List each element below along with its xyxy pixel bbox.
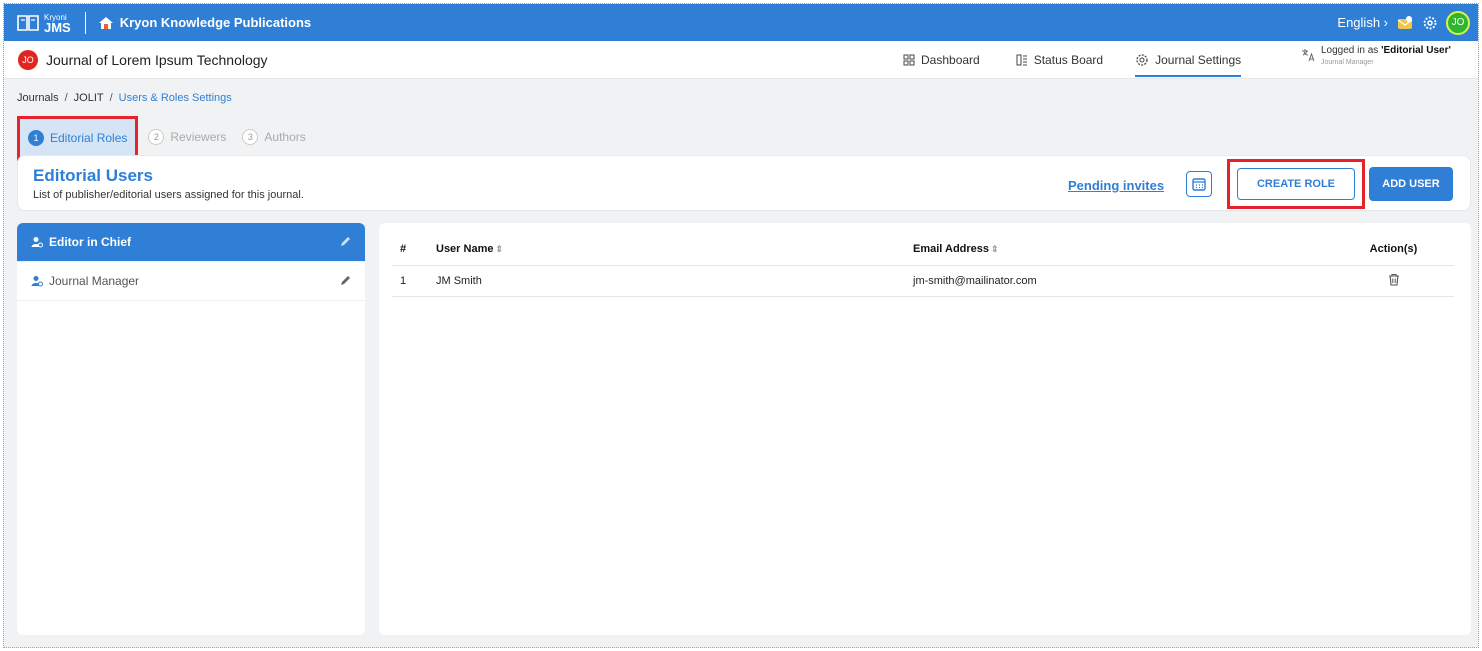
main-nav: Dashboard Status Board Journal Settings [899, 41, 1245, 79]
role-steps: 1 Editorial Roles 2 Reviewers 3 Authors [17, 115, 306, 161]
header-email[interactable]: Email Address ⇕ [913, 243, 1333, 255]
row-username: JM Smith [436, 275, 482, 287]
divider [84, 11, 86, 34]
editorial-users-card: Editorial Users List of publisher/editor… [17, 155, 1471, 211]
breadcrumb: Journals / JOLIT / Users & Roles Settings [17, 92, 232, 104]
table-header: # User Name ⇕ Email Address ⇕ Action(s) [392, 233, 1454, 266]
header-username[interactable]: User Name ⇕ [436, 243, 913, 255]
nav-status-board-label: Status Board [1033, 53, 1104, 67]
app-logo[interactable]: Kryoni JMS [16, 13, 71, 35]
role-label: Journal Manager [49, 274, 140, 288]
language-label: English [1337, 15, 1381, 30]
grid-icon [903, 54, 915, 66]
header-email-label: Email Address [913, 243, 990, 255]
breadcrumb-jolit[interactable]: JOLIT [74, 92, 104, 104]
roles-panel: Editor in Chief Journal Manager [17, 223, 365, 635]
user-avatar[interactable]: JO [1446, 10, 1470, 35]
mail-icon[interactable] [1396, 14, 1414, 32]
step-number: 2 [148, 129, 165, 145]
logged-user: 'Editorial User' [1381, 45, 1451, 56]
add-user-button[interactable]: ADD USER [1369, 167, 1453, 201]
step-editorial-roles[interactable]: 1 Editorial Roles [17, 115, 139, 161]
nav-status-board[interactable]: Status Board [1012, 41, 1107, 79]
journal-header: JO Journal of Lorem Ipsum Technology Das… [4, 41, 1478, 79]
gear-icon[interactable] [1422, 15, 1438, 31]
row-number: 1 [400, 275, 407, 287]
nav-journal-settings[interactable]: Journal Settings [1131, 41, 1245, 79]
step-authors[interactable]: 3 Authors [242, 129, 306, 145]
row-email: jm-smith@mailinator.com [913, 275, 1037, 287]
header-username-label: User Name [436, 243, 494, 255]
gear-icon [1136, 54, 1148, 66]
nav-journal-settings-label: Journal Settings [1155, 53, 1242, 67]
breadcrumb-current: Users & Roles Settings [118, 92, 232, 104]
role-journal-manager[interactable]: Journal Manager [17, 262, 365, 301]
translate-icon [1302, 49, 1315, 62]
header-actions: Action(s) [1369, 243, 1418, 255]
step-label: Reviewers [170, 130, 227, 144]
breadcrumb-journals[interactable]: Journals [17, 92, 59, 104]
step-number: 1 [28, 130, 44, 146]
language-selector[interactable]: English › [1337, 15, 1388, 30]
logo-big-text: JMS [44, 19, 71, 35]
journal-title: Journal of Lorem Ipsum Technology [46, 51, 268, 68]
step-number: 3 [242, 129, 259, 145]
edit-icon[interactable] [340, 275, 351, 286]
book-logo-icon [17, 14, 39, 31]
user-role-icon [31, 276, 43, 287]
create-role-highlight: CREATE ROLE [1227, 159, 1365, 209]
trash-icon[interactable] [1388, 273, 1400, 286]
logged-in-info[interactable]: Logged in as 'Editorial User' Journal Ma… [1301, 45, 1451, 69]
home-icon[interactable] [98, 15, 114, 31]
logged-role: Journal Manager [1321, 59, 1374, 66]
role-editor-in-chief[interactable]: Editor in Chief [17, 223, 365, 262]
board-icon [1016, 54, 1027, 66]
header-number: # [400, 243, 407, 255]
org-title[interactable]: Kryon Knowledge Publications [120, 15, 311, 30]
step-label: Editorial Roles [50, 131, 128, 145]
sort-icon: ⇕ [991, 244, 999, 254]
app-frame: Kryoni JMS Kryon Knowledge Publications … [3, 3, 1479, 648]
nav-dashboard-label: Dashboard [921, 53, 980, 67]
step-reviewers[interactable]: 2 Reviewers [148, 129, 226, 145]
sort-icon: ⇕ [495, 244, 504, 254]
row-actions [1333, 273, 1454, 289]
top-bar: Kryoni JMS Kryon Knowledge Publications … [4, 4, 1478, 41]
users-table-panel: # User Name ⇕ Email Address ⇕ Action(s) 1 … [379, 223, 1471, 635]
user-role-icon [31, 237, 43, 248]
create-role-button[interactable]: CREATE ROLE [1237, 168, 1355, 200]
journal-avatar: JO [18, 49, 38, 70]
calendar-icon [1192, 178, 1206, 191]
role-label: Editor in Chief [49, 235, 131, 249]
step-label: Authors [264, 130, 306, 144]
section-title: Editorial Users [33, 166, 153, 185]
calendar-button[interactable] [1186, 171, 1212, 197]
section-subtitle: List of publisher/editorial users assign… [33, 189, 304, 201]
pending-invites-link[interactable]: Pending invites [1068, 178, 1164, 193]
edit-icon[interactable] [340, 236, 351, 247]
nav-dashboard[interactable]: Dashboard [899, 41, 984, 79]
table-row: 1 JM Smith jm-smith@mailinator.com [392, 266, 1454, 297]
logged-prefix: Logged in as [1321, 45, 1379, 56]
